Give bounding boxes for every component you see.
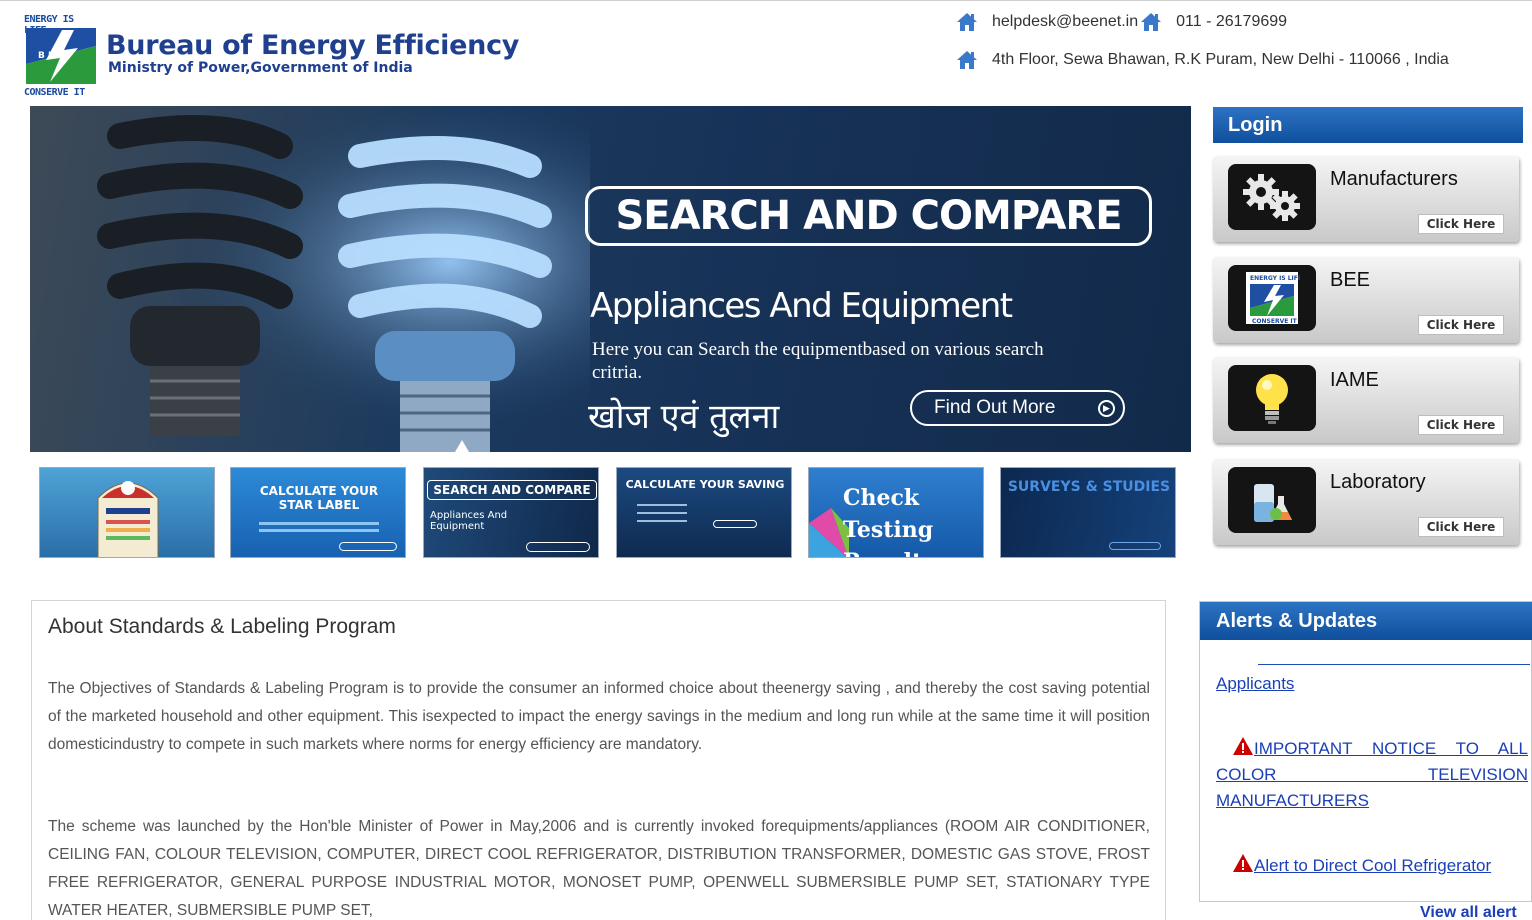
- thumb-label: SEARCH AND COMPARE: [433, 483, 591, 497]
- login-card-iame[interactable]: IAME Click Here: [1213, 357, 1519, 443]
- bee-logo[interactable]: ENERGY IS LIFE B E E CONSERVE IT: [24, 14, 98, 98]
- thumb-label: CALCULATE YOUR SAVING: [625, 478, 785, 491]
- login-card-manufacturers[interactable]: Manufacturers Click Here: [1213, 156, 1519, 242]
- lightbulb-icon: [1228, 365, 1316, 431]
- gears-icon: [1228, 164, 1316, 230]
- thumb-surveys-studies[interactable]: SURVEYS & STUDIES: [1000, 467, 1176, 558]
- hero-banner: SEARCH AND COMPARE Appliances And Equipm…: [30, 106, 1191, 452]
- thumb-sublabel: Appliances And Equipment: [430, 510, 508, 532]
- about-paragraph-1: The Objectives of Standards & Labeling P…: [48, 680, 1150, 753]
- arrow-right-icon: ▶: [1098, 400, 1115, 417]
- alerts-panel-header: Alerts & Updates: [1200, 602, 1532, 640]
- cfl-bulbs-image: [30, 106, 590, 452]
- home-icon: [1141, 13, 1162, 31]
- bee-logo-mark-icon: B E E: [26, 28, 96, 84]
- helpdesk-email-link[interactable]: helpdesk@beenet.in: [992, 13, 1138, 31]
- login-card-bee[interactable]: ENERGY IS LIFE CONSERVE IT BEE Click Her…: [1213, 257, 1519, 343]
- click-here-button[interactable]: Click Here: [1418, 214, 1504, 234]
- thumb-text-line: [637, 512, 687, 514]
- thumb-text-line: [637, 520, 687, 522]
- warning-icon: [1233, 737, 1253, 755]
- thumb-label: SURVEYS & STUDIES: [1007, 479, 1171, 495]
- banner-title: SEARCH AND COMPARE: [615, 193, 1122, 239]
- thumb-check-testing-result[interactable]: Check Testing Result: [808, 467, 984, 558]
- thumb-search-compare[interactable]: SEARCH AND COMPARE Appliances And Equipm…: [423, 467, 599, 558]
- alert-item-text: Alert to Direct Cool Refrigerator: [1254, 856, 1492, 875]
- login-card-title: BEE: [1330, 269, 1371, 291]
- alerts-divider: [1258, 664, 1530, 665]
- svg-text:CONSERVE IT: CONSERVE IT: [1252, 318, 1298, 325]
- thumb-text-line: [637, 504, 687, 506]
- site-header: ENERGY IS LIFE B E E CONSERVE IT Bureau …: [0, 6, 1532, 101]
- alert-item-text: IMPORTANT NOTICE TO ALL COLOR TELEVISION…: [1216, 739, 1528, 810]
- thumb-find-button: [713, 520, 757, 528]
- applicants-link[interactable]: Applicants: [1216, 674, 1294, 694]
- thumb-calculate-saving[interactable]: CALCULATE YOUR SAVING: [616, 467, 792, 558]
- find-out-more-label: Find Out More: [934, 397, 1056, 418]
- thumb-find-button: [339, 542, 397, 551]
- alert-item-direct-cool[interactable]: Alert to Direct Cool Refrigerator: [1216, 853, 1528, 879]
- contact-row-address: 4th Floor, Sewa Bhawan, R.K Puram, New D…: [956, 50, 1449, 70]
- svg-text:B E E: B E E: [38, 51, 63, 61]
- login-card-laboratory[interactable]: Laboratory Click Here: [1213, 459, 1519, 545]
- contact-row-top: helpdesk@beenet.in 011 - 26179699: [956, 12, 1287, 32]
- home-icon: [957, 51, 977, 69]
- banner-description: Here you can Search the equipmentbased o…: [592, 339, 1044, 383]
- thumb-calculate-star-label[interactable]: CALCULATE YOUR STAR LABEL: [230, 467, 406, 558]
- alert-item-color-tv[interactable]: IMPORTANT NOTICE TO ALL COLOR TELEVISION…: [1216, 736, 1528, 814]
- org-subtitle: Ministry of Power,Government of India: [108, 60, 413, 76]
- banner-hindi-text: खोज एवं तुलना: [588, 397, 780, 437]
- thumb-find-button: [526, 542, 590, 552]
- org-name: Bureau of Energy Efficiency: [106, 30, 520, 61]
- svg-text:ENERGY IS LIFE: ENERGY IS LIFE: [1250, 275, 1300, 282]
- home-icon: [957, 13, 977, 31]
- lab-flask-icon: [1228, 467, 1316, 533]
- banner-subtitle: Appliances And Equipment: [590, 286, 1013, 326]
- helpdesk-phone: 011 - 26179699: [1176, 13, 1288, 30]
- click-here-button[interactable]: Click Here: [1418, 415, 1504, 435]
- about-title: About Standards & Labeling Program: [48, 615, 396, 638]
- star-label-image: [97, 481, 159, 557]
- find-out-more-button[interactable]: Find Out More ▶: [910, 390, 1125, 426]
- about-paragraph-2: The scheme was launched by the Hon'ble M…: [48, 818, 1150, 919]
- login-card-title: Manufacturers: [1330, 168, 1458, 190]
- about-section: About Standards & Labeling Program The O…: [31, 600, 1166, 920]
- thumb-text-line: [259, 529, 379, 532]
- login-panel-header: Login: [1213, 107, 1523, 143]
- alerts-panel: Alerts & Updates Applicants IMPORTANT NO…: [1199, 601, 1532, 902]
- thumb-label: CALCULATE YOUR STAR LABEL: [259, 484, 379, 512]
- login-card-title: IAME: [1330, 369, 1379, 391]
- login-card-title: Laboratory: [1330, 471, 1426, 493]
- logo-tagline-bottom: CONSERVE IT: [24, 87, 85, 98]
- click-here-button[interactable]: Click Here: [1418, 517, 1504, 537]
- office-address: 4th Floor, Sewa Bhawan, R.K Puram, New D…: [992, 51, 1449, 68]
- thumb-label: Check Testing Result: [843, 485, 934, 557]
- bee-logo-icon: ENERGY IS LIFE CONSERVE IT: [1228, 265, 1316, 331]
- banner-title-frame: SEARCH AND COMPARE: [585, 186, 1152, 246]
- click-here-button[interactable]: Click Here: [1418, 315, 1504, 335]
- view-all-alerts-link[interactable]: View all alert: [1420, 904, 1517, 920]
- thumb-text-line: [259, 522, 379, 525]
- thumb-star-label[interactable]: [39, 467, 215, 558]
- warning-icon: [1233, 854, 1253, 872]
- thumb-find-button: [1109, 542, 1161, 550]
